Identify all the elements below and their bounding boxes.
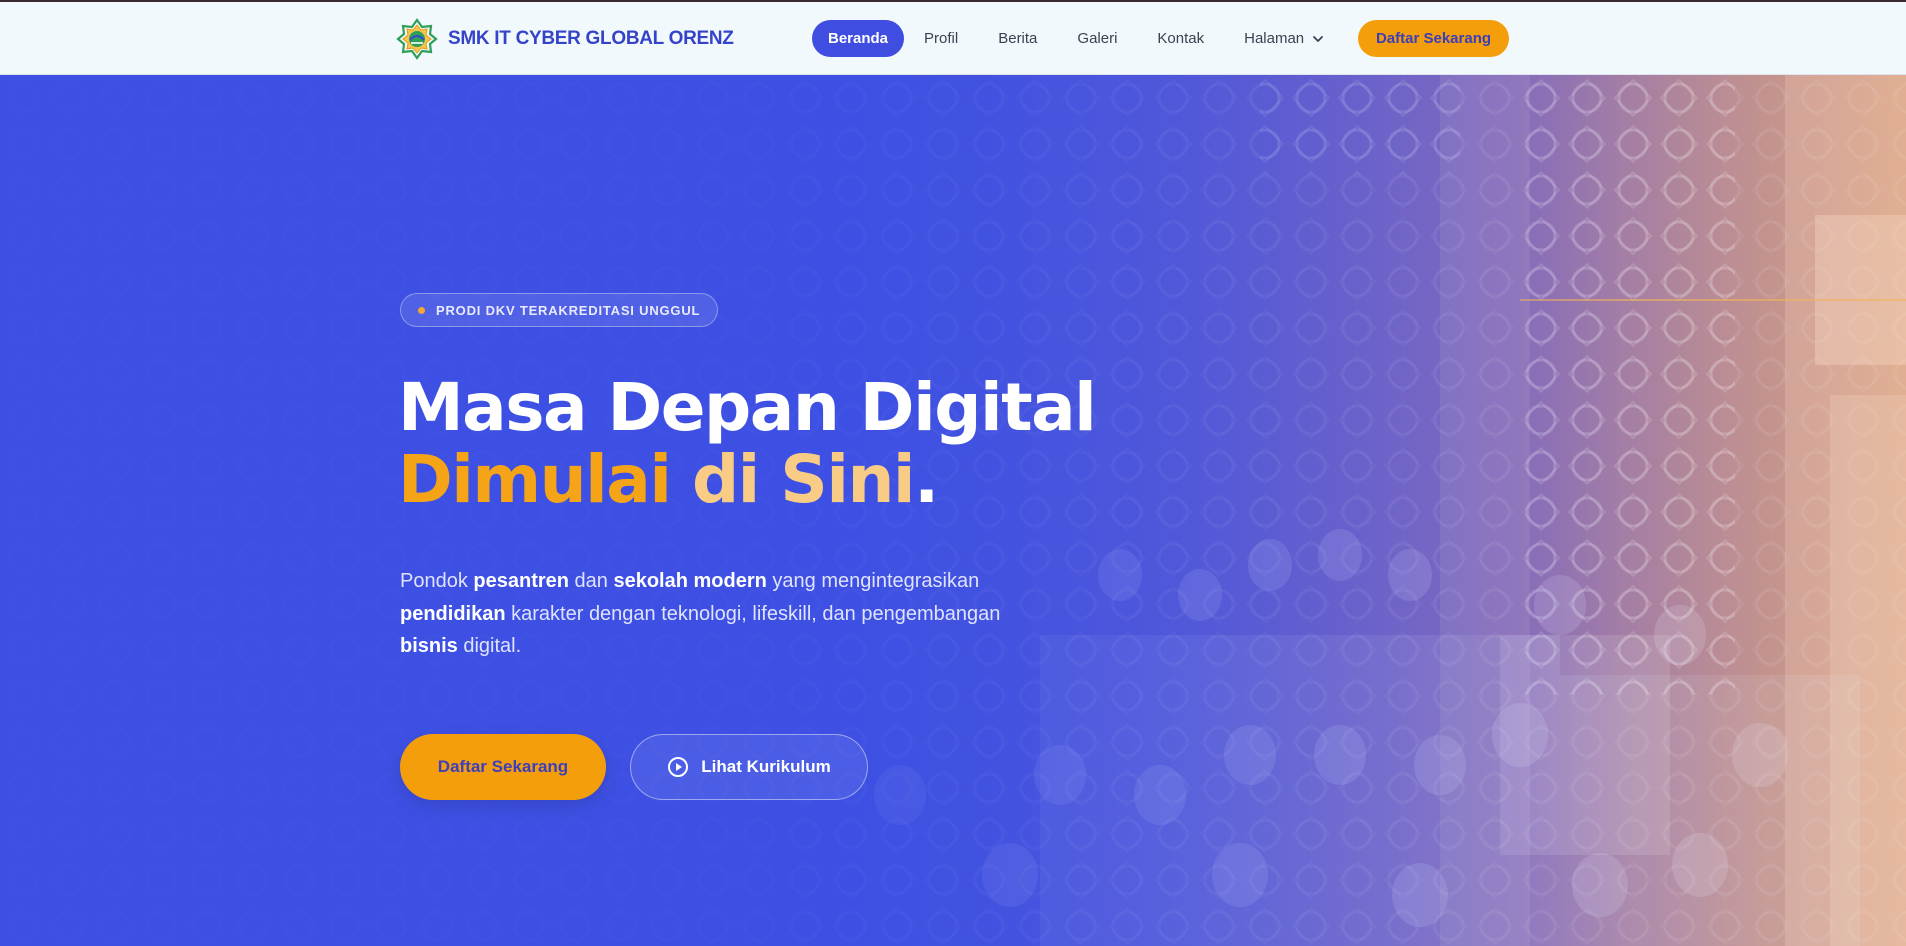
hero-description: Pondok pesantren dan sekolah modern yang… [400, 565, 1060, 663]
hero-title-line1: Masa Depan Digital [398, 369, 1097, 446]
view-curriculum-button[interactable]: Lihat Kurikulum [630, 734, 868, 800]
star-emblem-logo-icon [396, 18, 438, 60]
hero-section: PRODI DKV TERAKREDITASI UNGGUL Masa Depa… [0, 75, 1906, 946]
hero-title-highlight-2: di Sini [691, 441, 916, 518]
nav-item-galeri[interactable]: Galeri [1057, 20, 1137, 57]
lead-text-4: karakter dengan teknologi, lifeskill, da… [505, 602, 1001, 625]
badge-dot [418, 306, 425, 314]
hero-title-highlight-1: Dimulai [398, 441, 672, 518]
badge-text: PRODI DKV TERAKREDITASI UNGGUL [436, 302, 701, 318]
lead-text-3: yang mengintegrasikan [766, 570, 980, 592]
main-nav: Beranda Profil Berita Galeri Kontak Hala… [812, 20, 1344, 57]
lead-text-1: Pondok [400, 570, 474, 592]
lead-bold-1: pesantren [473, 570, 569, 592]
nav-register-button[interactable]: Daftar Sekarang [1358, 20, 1509, 57]
view-curriculum-label: Lihat Kurikulum [701, 757, 831, 776]
navbar: SMK IT CYBER GLOBAL ORENZ Beranda Profil… [0, 2, 1906, 75]
register-button[interactable]: Daftar Sekarang [400, 734, 606, 800]
play-circle-icon [668, 757, 689, 777]
nav-item-beranda[interactable]: Beranda [812, 20, 905, 57]
lead-bold-2: sekolah modern [613, 570, 767, 592]
nav-item-berita[interactable]: Berita [978, 20, 1057, 57]
brand-name: SMK IT CYBER GLOBAL ORENZ [448, 28, 734, 49]
lead-text-5: digital. [457, 635, 522, 657]
brand[interactable]: SMK IT CYBER GLOBAL ORENZ [396, 18, 734, 60]
chevron-down-icon [1313, 35, 1324, 42]
lead-text-2: dan [568, 570, 614, 592]
hero-title-line2: Dimulai di Sini. [398, 444, 1095, 516]
nav-item-halaman-dropdown[interactable]: Halaman [1224, 20, 1344, 57]
lead-bold-4: bisnis [400, 635, 458, 657]
nav-item-profil[interactable]: Profil [904, 20, 978, 57]
lead-bold-3: pendidikan [400, 602, 506, 625]
nav-item-halaman-label: Halaman [1244, 30, 1305, 47]
hero-title-dot: . [914, 441, 939, 518]
accreditation-badge: PRODI DKV TERAKREDITASI UNGGUL [400, 293, 719, 327]
hero-title: Masa Depan Digital Dimulai di Sini. [398, 369, 1097, 516]
nav-item-kontak[interactable]: Kontak [1137, 20, 1224, 57]
